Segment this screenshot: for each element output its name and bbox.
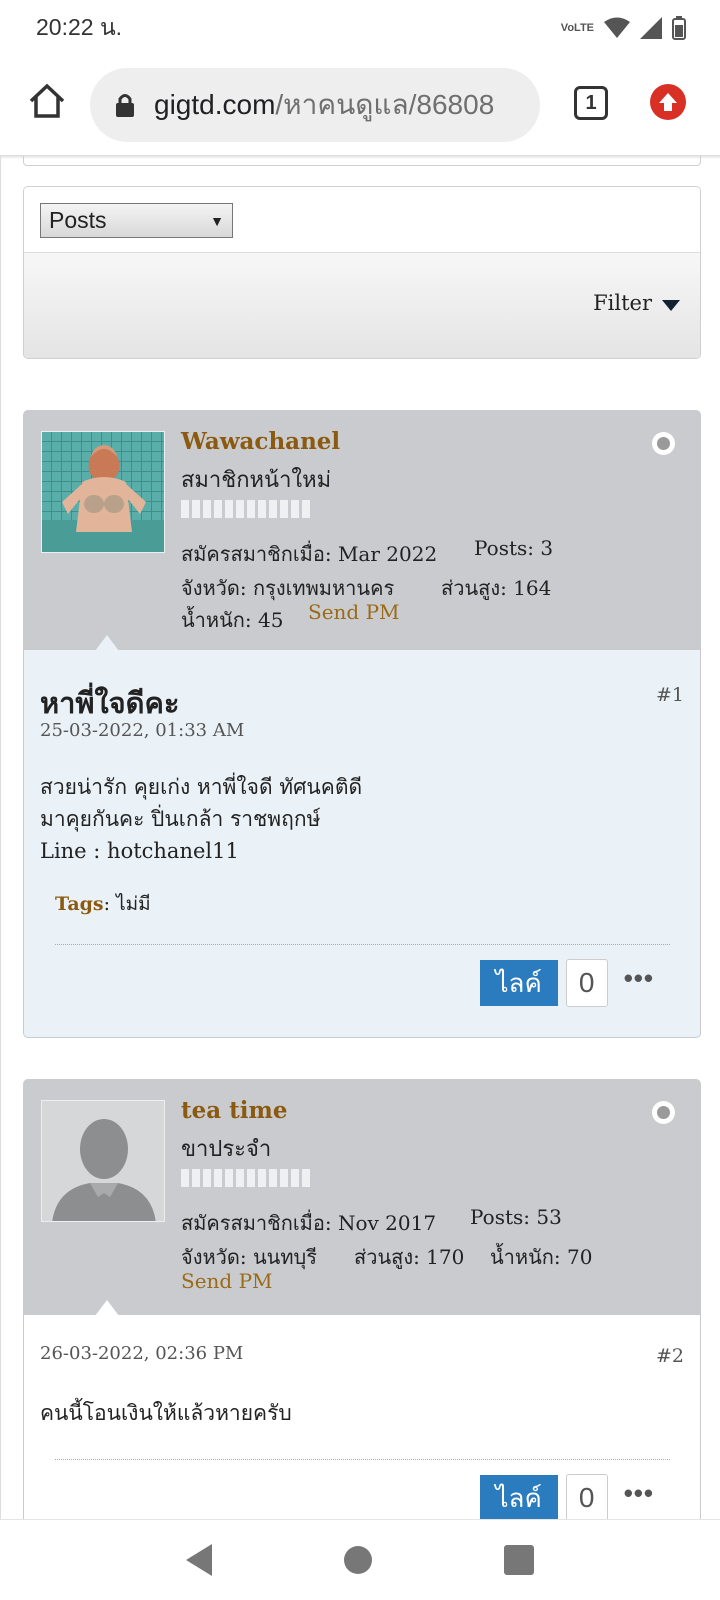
post-2: tea time ขาประจำ สมัครสมาชิกเมื่อ: Nov 2…	[23, 1079, 701, 1519]
tab-count: 1	[585, 91, 597, 114]
post-line: คนนี้โอนเงินให้แล้วหายครับ	[40, 1401, 292, 1425]
back-icon[interactable]	[186, 1544, 212, 1576]
filter-toggle[interactable]: Filter	[593, 291, 680, 315]
posts-select[interactable]: Posts ▼	[40, 203, 233, 238]
tab-switcher-button[interactable]: 1	[574, 86, 608, 120]
posts-select-value: Posts	[49, 207, 107, 233]
post-2-user-info: tea time ขาประจำ สมัครสมาชิกเมื่อ: Nov 2…	[23, 1079, 701, 1316]
username-link[interactable]: Wawachanel	[181, 428, 340, 455]
avatar-photo	[42, 432, 164, 552]
speech-pointer	[95, 635, 119, 651]
height: ส่วนสูง: 164	[441, 576, 552, 600]
url-path: /หาคนดูแล/86808	[275, 89, 495, 120]
wifi-icon	[604, 17, 630, 38]
system-navigation-bar	[0, 1519, 720, 1600]
online-status-icon	[652, 1101, 675, 1124]
height: ส่วนสูง: 170	[354, 1245, 465, 1269]
more-options-icon[interactable]: •••	[624, 1478, 654, 1509]
join-date: สมัครสมาชิกเมื่อ: Nov 2017	[181, 1211, 437, 1235]
arrow-up-icon	[659, 93, 677, 111]
status-icons: VoLTE	[561, 16, 686, 40]
post-date: 26-03-2022, 02:36 PM	[40, 1343, 244, 1364]
volte-icon: VoLTE	[560, 21, 594, 34]
filter-panel-top: Posts ▼	[24, 187, 700, 253]
post-line: Line : hotchanel11	[40, 839, 239, 863]
online-status-icon	[652, 432, 675, 455]
divider	[55, 944, 670, 945]
home-button[interactable]	[22, 76, 72, 126]
send-pm-link[interactable]: Send PM	[181, 1269, 273, 1293]
tags: Tags: ไม่มี	[55, 889, 151, 919]
recent-apps-icon[interactable]	[504, 1545, 534, 1575]
tags-label: Tags	[55, 893, 104, 915]
filter-panel-bottom: Filter	[24, 253, 700, 358]
filter-label: Filter	[593, 291, 652, 315]
user-avatar[interactable]	[41, 431, 165, 553]
username-link[interactable]: tea time	[181, 1097, 288, 1124]
post-line: มาคุยกันคะ ปิ่นเกล้า ราชพฤกษ์	[40, 807, 321, 831]
post-date: 25-03-2022, 01:33 AM	[40, 720, 245, 741]
battery-icon	[672, 16, 686, 40]
status-bar: 20:22 น. VoLTE	[0, 0, 720, 56]
speech-pointer	[95, 1300, 119, 1316]
reputation-bar	[181, 500, 310, 518]
status-time: 20:22 น.	[36, 14, 123, 40]
post-content: สวยน่ารัก คุยเก่ง หาพี่ใจดี ทัศนคติดี มา…	[40, 771, 362, 867]
user-title: สมาชิกหน้าใหม่	[181, 468, 332, 493]
lock-icon	[116, 94, 134, 117]
post-count: Posts: 53	[470, 1205, 562, 1229]
browser-toolbar: gigtd.com/หาคนดูแล/86808 1	[0, 56, 720, 156]
post-count: Posts: 3	[474, 536, 554, 560]
signal-icon	[640, 17, 662, 39]
like-button[interactable]: ไลค์	[479, 1475, 558, 1519]
like-row: ไลค์ 0 •••	[479, 959, 654, 1007]
like-count: 0	[565, 959, 608, 1007]
user-title: ขาประจำ	[181, 1137, 272, 1162]
post-number-link[interactable]: #1	[656, 684, 684, 706]
reputation-bar	[181, 1169, 310, 1187]
page-content: Posts ▼ Filter Wawachanel สมาชิกหน้าใหม่…	[0, 156, 720, 1519]
home-circle-icon[interactable]	[344, 1546, 372, 1574]
tags-value: : ไม่มี	[103, 893, 151, 915]
like-row: ไลค์ 0 •••	[479, 1474, 654, 1519]
like-button[interactable]: ไลค์	[479, 960, 558, 1006]
join-date: สมัครสมาชิกเมื่อ: Mar 2022	[181, 542, 438, 566]
post-content: คนนี้โอนเงินให้แล้วหายครับ	[40, 1397, 292, 1429]
dropdown-arrow-icon: ▼	[210, 212, 224, 229]
post-2-body: 26-03-2022, 02:36 PM #2 คนนี้โอนเงินให้แ…	[23, 1315, 701, 1519]
caret-down-icon	[662, 299, 680, 311]
post-1-user-info: Wawachanel สมาชิกหน้าใหม่ สมัครสมาชิกเมื…	[23, 410, 701, 651]
update-button[interactable]	[650, 84, 686, 120]
post-1-body: หาพี่ใจดีคะ 25-03-2022, 01:33 AM #1 สวยน…	[23, 650, 701, 1038]
send-pm-link[interactable]: Send PM	[308, 600, 400, 624]
filter-panel: Posts ▼ Filter	[23, 186, 701, 359]
post-line: สวยน่ารัก คุยเก่ง หาพี่ใจดี ทัศนคติดี	[40, 775, 363, 799]
url-host: gigtd.com	[154, 89, 276, 120]
user-avatar[interactable]	[41, 1100, 165, 1222]
weight: น้ำหนัก: 70	[490, 1245, 593, 1269]
previous-panel-edge	[23, 156, 701, 166]
post-1: Wawachanel สมาชิกหน้าใหม่ สมัครสมาชิกเมื…	[23, 410, 701, 1038]
url-bar[interactable]: gigtd.com/หาคนดูแล/86808	[90, 68, 540, 142]
like-count: 0	[565, 1474, 608, 1519]
weight: น้ำหนัก: 45	[181, 608, 284, 632]
divider	[55, 1459, 670, 1460]
home-icon	[29, 83, 65, 118]
default-avatar-icon	[42, 1101, 164, 1221]
more-options-icon[interactable]: •••	[624, 963, 654, 994]
post-number-link[interactable]: #2	[656, 1345, 684, 1367]
